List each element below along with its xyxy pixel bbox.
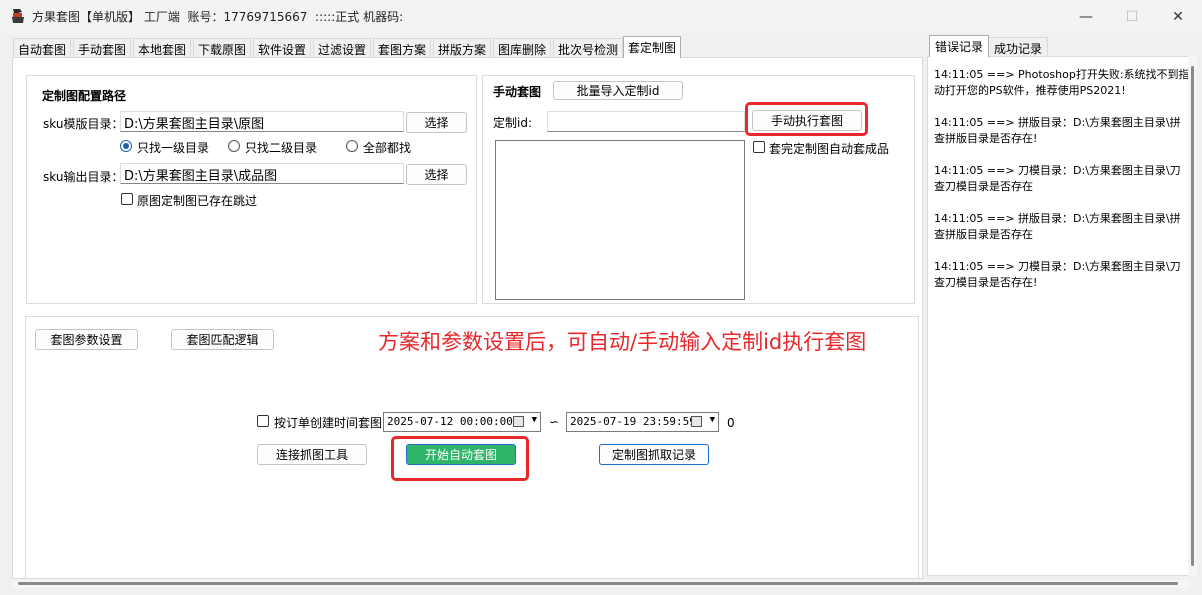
horizontal-scrollbar[interactable] [12,580,1190,588]
skip-existing-checkbox[interactable] [121,193,133,205]
capture-records-button[interactable]: 定制图抓取记录 [599,444,709,465]
tab-gallery-delete[interactable]: 图库删除 [493,38,552,58]
start-date-value: 2025-07-12 00:00:00 [387,415,513,428]
order-time-checkbox[interactable] [257,415,269,427]
close-button[interactable]: ✕ [1155,4,1201,29]
tab-filter-settings[interactable]: 过滤设置 [313,38,372,58]
close-icon: ✕ [1172,8,1184,25]
param-settings-button[interactable]: 套图参数设置 [35,329,138,350]
start-date-picker[interactable]: 2025-07-12 00:00:00 ▼ [383,412,541,432]
radio-first-level[interactable] [120,140,132,152]
radio-first-level-label: 只找一级目录 [137,141,210,155]
highlight-box-start-auto [391,436,529,481]
log-entry: 14:11:05 ==> 刀模目录：D:\方果套图主目录\刀 查刀模目录是否存在 [934,164,1181,193]
minimize-icon: — [1079,8,1093,25]
connect-tool-button[interactable]: 连接抓图工具 [257,444,367,465]
tab-software-settings[interactable]: 软件设置 [253,38,312,58]
tab-batch-check[interactable]: 批次号检测 [553,38,624,58]
tab-success-log[interactable]: 成功记录 [988,37,1049,57]
config-heading: 定制图配置路径 [42,89,127,103]
chevron-down-icon: ▼ [709,415,715,425]
log-entry: 14:11:05 ==> 拼版目录：D:\方果套图主目录\拼 查拼版目录是否存在… [934,116,1181,145]
log-entry: 14:11:05 ==> Photoshop打开失败:系统找不到指 动打开您的P… [934,68,1189,97]
scrollbar-thumb[interactable] [18,582,1178,585]
custom-id-label: 定制id: [493,116,532,130]
radio-second-level-label: 只找二级目录 [245,141,318,155]
log-entry: 14:11:05 ==> 拼版目录：D:\方果套图主目录\拼 查拼版目录是否存在 [934,212,1181,241]
tab-custom-set[interactable]: 套定制图 [623,36,682,58]
sku-output-label: sku输出目录： [43,170,124,184]
tab-error-log[interactable]: 错误记录 [929,35,990,57]
tab-local-set[interactable]: 本地套图 [133,38,192,58]
app-logo-icon [12,9,24,23]
end-date-picker[interactable]: 2025-07-19 23:59:59 ▼ [566,412,719,432]
range-separator: ∽ [549,415,560,429]
end-date-value: 2025-07-19 23:59:59 [570,415,696,428]
manual-heading: 手动套图 [493,85,542,99]
window-title: 方果套图【单机版】 工厂端 账号：17769715667 :::::正式 机器码… [32,10,404,24]
sku-output-input[interactable]: D:\方果套图主目录\成品图 [120,163,404,184]
title-bar: 方果套图【单机版】 工厂端 账号：17769715667 :::::正式 机器码… [0,0,1202,33]
calendar-icon [513,416,524,427]
tab-auto-set[interactable]: 自动套图 [13,38,72,58]
log-vertical-scrollbar[interactable] [1188,56,1197,576]
custom-id-input[interactable] [547,111,745,132]
annotation-text: 方案和参数设置后，可自动/手动输入定制id执行套图 [378,330,867,354]
maximize-icon: ☐ [1125,8,1139,25]
sku-template-label: sku模版目录： [43,117,124,131]
batch-import-button[interactable]: 批量导入定制id [553,81,683,100]
maximize-button[interactable]: ☐ [1109,4,1155,29]
tab-layout-scheme[interactable]: 拼版方案 [433,38,492,58]
tab-set-scheme[interactable]: 套图方案 [373,38,432,58]
calendar-icon [691,416,702,427]
radio-second-level[interactable] [228,140,240,152]
tab-manual-set[interactable]: 手动套图 [73,38,132,58]
sku-template-input[interactable]: D:\方果套图主目录\原图 [120,111,404,132]
select-output-button[interactable]: 选择 [406,164,467,185]
skip-existing-label: 原图定制图已存在跳过 [137,194,258,208]
error-log-panel: 14:11:05 ==> Photoshop打开失败:系统找不到指 动打开您的P… [927,56,1189,576]
order-time-label: 按订单创建时间套图 [274,416,383,430]
order-count: 0 [727,416,735,430]
log-entry: 14:11:05 ==> 刀模目录：D:\方果套图主目录\刀 查刀模目录是否存在… [934,260,1181,289]
highlight-box-manual-execute [745,102,868,136]
chevron-down-icon: ▼ [531,415,537,425]
match-logic-button[interactable]: 套图匹配逻辑 [171,329,274,350]
auto-finish-label: 套完定制图自动套成品 [769,142,890,156]
select-template-button[interactable]: 选择 [406,112,467,133]
tab-download-original[interactable]: 下载原图 [193,38,252,58]
config-groupbox [26,75,477,304]
radio-all-levels[interactable] [346,140,358,152]
auto-finish-checkbox[interactable] [753,141,765,153]
custom-id-list[interactable] [495,140,745,300]
minimize-button[interactable]: — [1063,4,1109,29]
scrollbar-thumb[interactable] [1191,66,1194,566]
radio-all-levels-label: 全部都找 [363,141,412,155]
